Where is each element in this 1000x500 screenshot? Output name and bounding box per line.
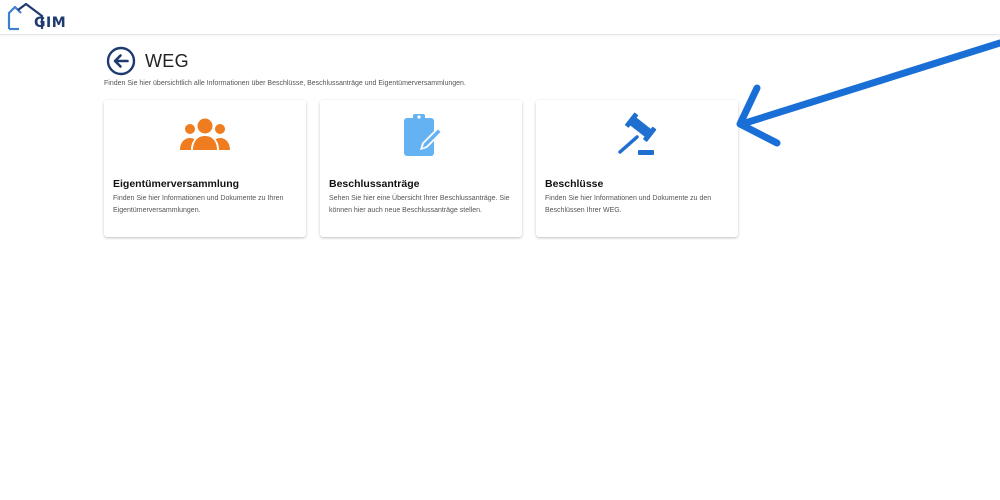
card-eigentuemerversammlung[interactable]: Eigentümerversammlung Finden Sie hier In… — [104, 100, 306, 237]
people-group-icon — [180, 118, 230, 150]
logo-text: GIM — [34, 15, 67, 31]
page-subtitle: Finden Sie hier übersichtlich alle Infor… — [104, 80, 466, 87]
top-bar: GIM — [0, 0, 1000, 35]
clipboard-edit-icon — [404, 114, 443, 156]
card-description: Sehen Sie hier eine Übersicht Ihrer Besc… — [329, 195, 510, 214]
page-header: WEG — [106, 46, 189, 76]
page-title: WEG — [145, 50, 189, 71]
card-list: Eigentümerversammlung Finden Sie hier In… — [104, 100, 738, 237]
gavel-icon — [618, 112, 657, 155]
card-beschlussantraege[interactable]: Beschlussanträge Sehen Sie hier eine Übe… — [320, 100, 522, 237]
card-description: Finden Sie hier Informationen und Dokume… — [113, 195, 284, 214]
card-description: Finden Sie hier Informationen und Dokume… — [545, 195, 712, 214]
card-title: Eigentümerversammlung — [113, 178, 240, 190]
card-title: Beschlussanträge — [329, 178, 420, 190]
arrow-left-circle-icon — [106, 46, 136, 76]
card-title: Beschlüsse — [545, 178, 604, 190]
back-button[interactable] — [106, 46, 136, 76]
gim-logo[interactable]: GIM — [6, 2, 67, 31]
card-beschluesse[interactable]: Beschlüsse Finden Sie hier Informationen… — [536, 100, 738, 237]
